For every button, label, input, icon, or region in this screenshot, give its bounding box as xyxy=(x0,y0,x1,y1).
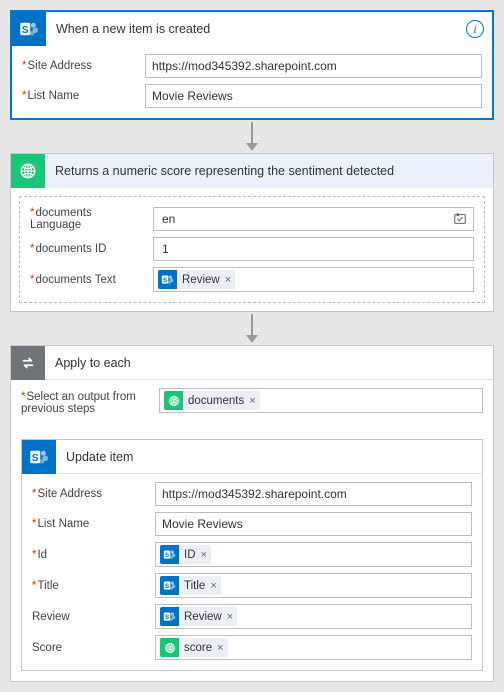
update-card[interactable]: Update item *Site Address *List Name *Id xyxy=(21,439,483,671)
trigger-body: *Site Address *List Name xyxy=(12,46,492,118)
field-doc-id[interactable]: 1 xyxy=(153,237,474,261)
label-upd-list: *List Name xyxy=(32,518,147,530)
sharepoint-token-icon xyxy=(160,607,179,626)
label-upd-site: *Site Address xyxy=(32,488,147,500)
token-title[interactable]: Title × xyxy=(160,576,221,595)
trigger-card[interactable]: When a new item is created i *Site Addre… xyxy=(10,10,494,120)
update-body: *Site Address *List Name *Id ID × xyxy=(22,474,482,670)
input-list-name[interactable] xyxy=(145,84,482,108)
apply-header[interactable]: Apply to each xyxy=(11,346,493,380)
connector-arrow xyxy=(10,314,494,343)
label-upd-title: *Title xyxy=(32,580,147,592)
sharepoint-token-icon xyxy=(160,545,179,564)
field-upd-title[interactable]: Title × xyxy=(155,573,472,598)
update-header[interactable]: Update item xyxy=(22,440,482,474)
info-icon[interactable]: i xyxy=(466,20,484,38)
token-review[interactable]: Review × xyxy=(158,270,235,289)
sentiment-header[interactable]: Returns a numeric score representing the… xyxy=(11,154,493,188)
label-upd-review: Review xyxy=(32,611,147,623)
field-select-output[interactable]: documents × xyxy=(159,388,483,413)
input-upd-list[interactable] xyxy=(155,512,472,536)
field-doc-lang[interactable]: en xyxy=(153,207,474,231)
token-remove-icon[interactable]: × xyxy=(217,642,223,654)
input-upd-site[interactable] xyxy=(155,482,472,506)
label-select-output: *Select an output from previous steps xyxy=(21,388,151,415)
label-upd-id: *Id xyxy=(32,549,147,561)
token-id[interactable]: ID × xyxy=(160,545,211,564)
label-site-address: *Site Address xyxy=(22,60,137,72)
field-upd-review[interactable]: Review × xyxy=(155,604,472,629)
token-review[interactable]: Review × xyxy=(160,607,237,626)
field-upd-score[interactable]: score × xyxy=(155,635,472,660)
sentiment-token-icon xyxy=(160,638,179,657)
trigger-header[interactable]: When a new item is created i xyxy=(12,12,492,46)
connector-arrow xyxy=(10,122,494,151)
sentiment-card[interactable]: Returns a numeric score representing the… xyxy=(10,153,494,312)
field-doc-text[interactable]: Review × xyxy=(153,267,474,292)
label-doc-lang: *documents Language xyxy=(30,207,145,231)
sharepoint-token-icon xyxy=(160,576,179,595)
trigger-title: When a new item is created xyxy=(46,22,466,36)
label-list-name: *List Name xyxy=(22,90,137,102)
update-title: Update item xyxy=(56,450,474,464)
label-doc-text: *documents Text xyxy=(30,274,145,286)
label-upd-score: Score xyxy=(32,642,147,654)
sentiment-token-icon xyxy=(164,391,183,410)
sharepoint-icon xyxy=(22,440,56,474)
sharepoint-token-icon xyxy=(158,270,177,289)
token-remove-icon[interactable]: × xyxy=(225,274,231,286)
token-remove-icon[interactable]: × xyxy=(227,611,233,623)
token-score[interactable]: score × xyxy=(160,638,228,657)
label-doc-id: *documents ID xyxy=(30,243,145,255)
field-upd-id[interactable]: ID × xyxy=(155,542,472,567)
token-remove-icon[interactable]: × xyxy=(201,549,207,561)
loop-icon xyxy=(11,346,45,380)
token-remove-icon[interactable]: × xyxy=(249,395,255,407)
sentiment-title: Returns a numeric score representing the… xyxy=(45,164,485,178)
input-site-address[interactable] xyxy=(145,54,482,78)
apply-body: *Select an output from previous steps do… xyxy=(11,380,493,681)
apply-title: Apply to each xyxy=(45,356,485,370)
sharepoint-icon xyxy=(12,12,46,46)
apply-card[interactable]: Apply to each *Select an output from pre… xyxy=(10,345,494,682)
sentiment-icon xyxy=(11,154,45,188)
dynamic-content-icon[interactable] xyxy=(451,210,469,228)
token-remove-icon[interactable]: × xyxy=(210,580,216,592)
sentiment-body: *documents Language en *documents ID 1 *… xyxy=(19,196,485,303)
token-documents[interactable]: documents × xyxy=(164,391,260,410)
